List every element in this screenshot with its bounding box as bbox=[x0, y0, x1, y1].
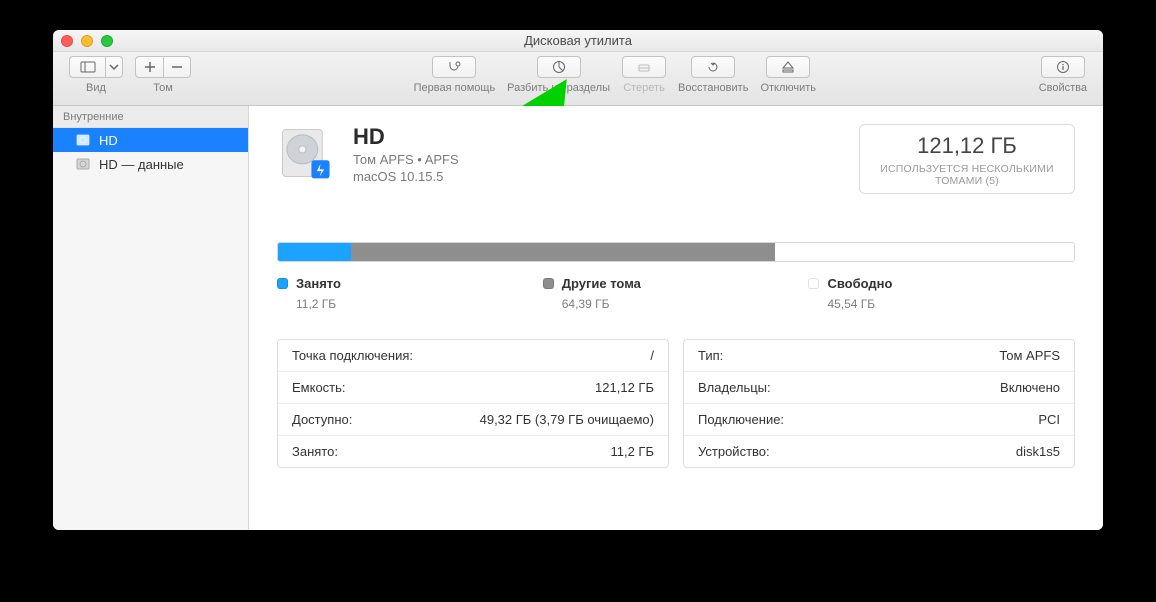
table-row: Емкость:121,12 ГБ bbox=[278, 372, 668, 404]
zoom-icon[interactable] bbox=[101, 35, 113, 47]
sidebar: Внутренние HD HD — данные bbox=[53, 106, 249, 530]
unmount-label: Отключить bbox=[760, 82, 816, 94]
restore-button[interactable] bbox=[691, 56, 735, 78]
pie-icon bbox=[551, 59, 567, 75]
volume-name: HD bbox=[353, 124, 459, 150]
disk-utility-window: Дисковая утилита Вид bbox=[53, 30, 1103, 530]
sidebar-section-header: Внутренние bbox=[53, 106, 248, 128]
restore-icon bbox=[705, 59, 721, 75]
disk-icon bbox=[75, 132, 91, 148]
volume-subtitle: Том APFS • APFS bbox=[353, 152, 459, 167]
toolbar: Вид Том Первая помощь Раз bbox=[53, 52, 1103, 106]
swatch-other bbox=[543, 278, 554, 289]
erase-button bbox=[622, 56, 666, 78]
content: HD Том APFS • APFS macOS 10.15.5 121,12 … bbox=[249, 106, 1103, 530]
partition-button[interactable] bbox=[537, 56, 581, 78]
volume-os: macOS 10.15.5 bbox=[353, 169, 459, 184]
stethoscope-icon bbox=[446, 59, 462, 75]
details-table-left: Точка подключения:/ Емкость:121,12 ГБ До… bbox=[277, 339, 669, 468]
capacity-note: ИСПОЛЬЗУЕТСЯ НЕСКОЛЬКИМИ ТОМАМИ (5) bbox=[870, 163, 1064, 187]
capacity-box: 121,12 ГБ ИСПОЛЬЗУЕТСЯ НЕСКОЛЬКИМИ ТОМАМ… bbox=[859, 124, 1075, 194]
details-table-right: Тип:Том APFS Владельцы:Включено Подключе… bbox=[683, 339, 1075, 468]
plus-icon bbox=[142, 59, 158, 75]
legend-other-label: Другие тома bbox=[562, 276, 641, 291]
sidebar-item-hd-data[interactable]: HD — данные bbox=[53, 152, 248, 176]
volume-icon bbox=[277, 124, 335, 182]
first-aid-label: Первая помощь bbox=[414, 82, 496, 94]
add-volume-button[interactable] bbox=[135, 56, 163, 78]
info-icon bbox=[1055, 59, 1071, 75]
table-row: Доступно:49,32 ГБ (3,79 ГБ очищаемо) bbox=[278, 404, 668, 436]
usage-bar bbox=[277, 242, 1075, 262]
table-row: Подключение:PCI bbox=[684, 404, 1074, 436]
window-title: Дисковая утилита bbox=[524, 33, 632, 48]
legend-other-value: 64,39 ГБ bbox=[562, 297, 809, 311]
view-label: Вид bbox=[86, 82, 106, 94]
sidebar-icon bbox=[80, 59, 96, 75]
volume-label: Том bbox=[153, 82, 173, 94]
first-aid-button[interactable] bbox=[432, 56, 476, 78]
table-row: Устройство:disk1s5 bbox=[684, 436, 1074, 467]
table-row: Владельцы:Включено bbox=[684, 372, 1074, 404]
restore-label: Восстановить bbox=[678, 82, 748, 94]
swatch-free bbox=[808, 278, 819, 289]
table-row: Тип:Том APFS bbox=[684, 340, 1074, 372]
chevron-down-icon bbox=[106, 59, 122, 75]
partition-label: Разбить на разделы bbox=[507, 82, 610, 94]
swatch-used bbox=[277, 278, 288, 289]
minus-icon bbox=[169, 59, 185, 75]
view-mode-button[interactable] bbox=[69, 56, 105, 78]
remove-volume-button[interactable] bbox=[163, 56, 191, 78]
usage-segment-free bbox=[775, 243, 1074, 261]
legend-free-value: 45,54 ГБ bbox=[827, 297, 1074, 311]
sidebar-item-label: HD — данные bbox=[99, 157, 184, 172]
sidebar-item-hd[interactable]: HD bbox=[53, 128, 248, 152]
disk-icon bbox=[75, 156, 91, 172]
table-row: Занято:11,2 ГБ bbox=[278, 436, 668, 467]
legend-used-value: 11,2 ГБ bbox=[296, 297, 543, 311]
eject-icon bbox=[780, 59, 796, 75]
sidebar-item-label: HD bbox=[99, 133, 118, 148]
info-button[interactable] bbox=[1041, 56, 1085, 78]
legend-used-label: Занято bbox=[296, 276, 341, 291]
table-row: Точка подключения:/ bbox=[278, 340, 668, 372]
eraser-icon bbox=[636, 59, 652, 75]
legend-free-label: Свободно bbox=[827, 276, 892, 291]
info-label: Свойства bbox=[1039, 82, 1087, 94]
capacity-total: 121,12 ГБ bbox=[870, 133, 1064, 159]
titlebar: Дисковая утилита bbox=[53, 30, 1103, 52]
close-icon[interactable] bbox=[61, 35, 73, 47]
view-menu-button[interactable] bbox=[105, 56, 123, 78]
usage-segment-used bbox=[278, 243, 351, 261]
unmount-button[interactable] bbox=[766, 56, 810, 78]
minimize-icon[interactable] bbox=[81, 35, 93, 47]
erase-label: Стереть bbox=[623, 82, 665, 94]
usage-segment-other bbox=[351, 243, 774, 261]
